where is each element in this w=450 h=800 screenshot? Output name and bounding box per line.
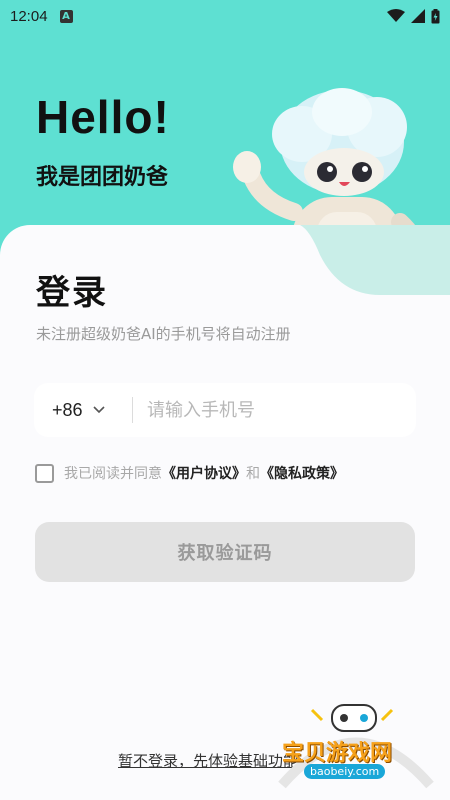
watermark-text: 宝贝游戏网 [282,741,393,766]
notification-icon: A [59,9,73,23]
status-bar: 12:04 A [0,0,450,32]
get-code-button[interactable]: 获取验证码 [35,522,415,582]
country-code-selector[interactable]: +86 [34,400,132,421]
user-agreement-link[interactable]: 《用户协议》 [162,463,246,483]
agreement-checkbox[interactable] [35,463,54,483]
phone-input[interactable] [133,383,416,437]
watermark-url: baobeiy.com [304,764,386,779]
hero-subtitle: 我是团团奶爸 [36,165,169,190]
greeting-heading: Hello! [36,91,170,143]
agreement-and: 和 [246,466,260,482]
card-decoration [300,225,450,295]
agreement-prefix: 我已阅读并同意 [64,466,162,482]
status-time: 12:04 [10,7,48,25]
privacy-policy-link[interactable]: 《隐私政策》 [260,463,344,483]
battery-icon [431,8,440,23]
signal-icon [411,9,425,23]
skip-login-link[interactable]: 暂不登录，先体验基础功能 [118,750,298,771]
wifi-icon [387,9,405,22]
chevron-down-icon [92,406,105,414]
agreement-row: 我已阅读并同意 《用户协议》 和 《隐私政策》 [35,463,344,483]
login-description: 未注册超级奶爸AI的手机号将自动注册 [36,325,291,343]
country-code: +86 [52,399,83,420]
login-title: 登录 [36,273,108,313]
phone-field-row: +86 [34,383,416,437]
status-icons [387,8,440,24]
